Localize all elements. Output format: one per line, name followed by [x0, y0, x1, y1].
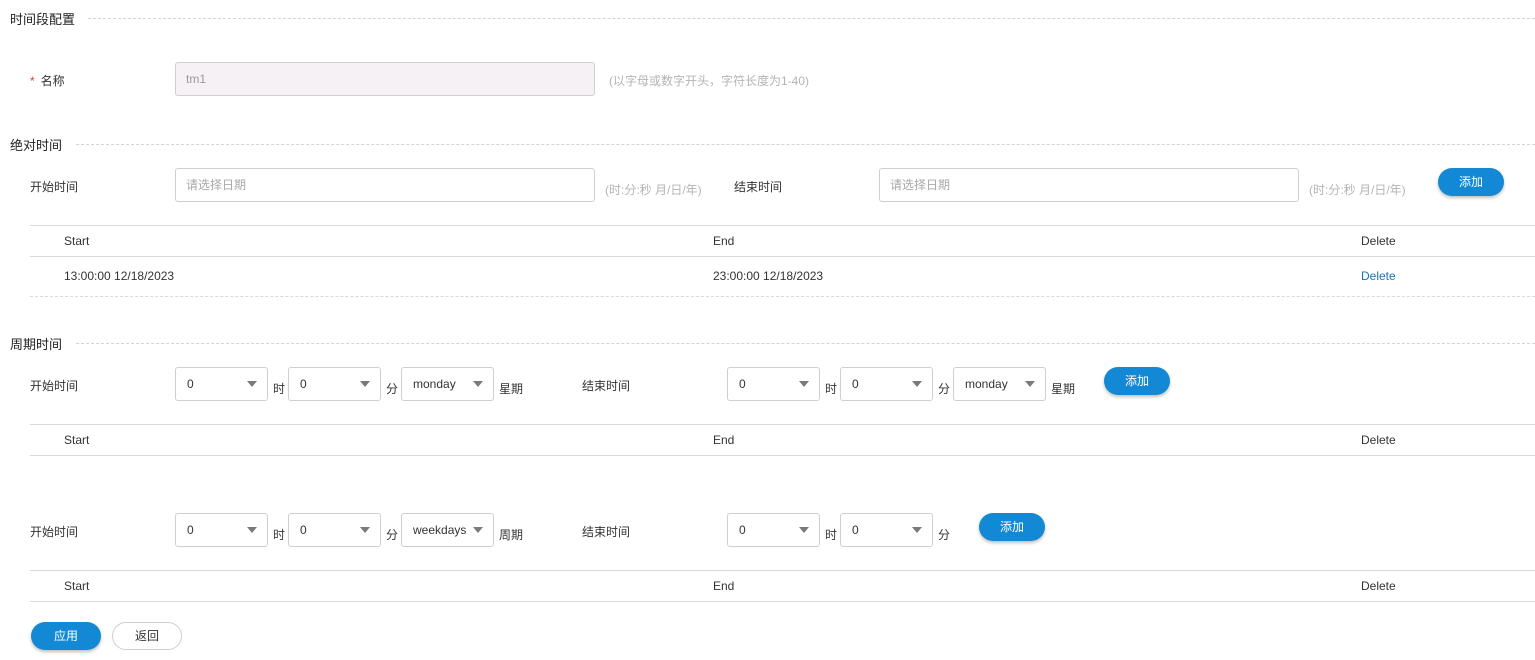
- minute-unit: 分: [938, 528, 951, 542]
- daily-col-start: Start: [64, 579, 90, 593]
- section-divider: [76, 343, 1535, 344]
- daily-start-label: 开始时间: [30, 525, 79, 539]
- abs-start-label: 开始时间: [30, 180, 79, 194]
- required-mark: *: [30, 74, 35, 88]
- daily-type-select[interactable]: weekdays: [401, 513, 494, 547]
- abs-end-hint: (时:分:秒 月/日/年): [1309, 183, 1406, 197]
- chevron-down-icon: [247, 527, 257, 533]
- name-label: * 名称: [30, 74, 65, 88]
- chevron-down-icon: [912, 381, 922, 387]
- abs-end-label: 结束时间: [734, 180, 783, 194]
- hour-unit: 时: [825, 382, 838, 396]
- daily-col-end: End: [713, 579, 735, 593]
- chevron-down-icon: [912, 527, 922, 533]
- hour-unit: 时: [273, 528, 286, 542]
- chevron-down-icon: [1025, 381, 1035, 387]
- chevron-down-icon: [473, 381, 483, 387]
- abs-add-button[interactable]: 添加: [1438, 168, 1504, 196]
- apply-button[interactable]: 应用: [31, 622, 101, 650]
- weekly-col-start: Start: [64, 433, 90, 447]
- name-hint: (以字母或数字开头，字符长度为1-40): [609, 74, 810, 88]
- chevron-down-icon: [360, 381, 370, 387]
- table-border: [30, 601, 1535, 602]
- day-unit: 星期: [499, 382, 524, 396]
- daily-add-button[interactable]: 添加: [979, 513, 1045, 541]
- abs-end-date-input[interactable]: [879, 168, 1299, 202]
- weekly-add-button[interactable]: 添加: [1104, 367, 1170, 395]
- weekly-end-day-select[interactable]: monday: [953, 367, 1046, 401]
- period-unit: 周期: [499, 528, 524, 542]
- section-title-config: 时间段配置: [10, 12, 76, 27]
- hour-unit: 时: [273, 382, 286, 396]
- chevron-down-icon: [799, 527, 809, 533]
- weekly-start-hour-select[interactable]: 0: [175, 367, 268, 401]
- weekly-col-end: End: [713, 433, 735, 447]
- minute-unit: 分: [386, 382, 399, 396]
- weekly-end-hour-select[interactable]: 0: [727, 367, 820, 401]
- daily-start-hour-select[interactable]: 0: [175, 513, 268, 547]
- section-title-absolute: 绝对时间: [10, 138, 63, 153]
- abs-start-date-input[interactable]: [175, 168, 595, 202]
- abs-col-delete: Delete: [1361, 234, 1396, 248]
- table-border: [30, 225, 1535, 226]
- table-border: [30, 570, 1535, 571]
- section-title-periodic: 周期时间: [10, 337, 63, 352]
- chevron-down-icon: [247, 381, 257, 387]
- back-button[interactable]: 返回: [112, 622, 182, 650]
- daily-end-label: 结束时间: [582, 525, 631, 539]
- weekly-end-minute-select[interactable]: 0: [840, 367, 933, 401]
- abs-col-start: Start: [64, 234, 90, 248]
- weekly-start-label: 开始时间: [30, 379, 79, 393]
- table-row-divider: [30, 296, 1535, 297]
- hour-unit: 时: [825, 528, 838, 542]
- daily-end-minute-select[interactable]: 0: [840, 513, 933, 547]
- section-divider: [88, 18, 1535, 19]
- chevron-down-icon: [799, 381, 809, 387]
- minute-unit: 分: [938, 382, 951, 396]
- day-unit: 星期: [1051, 382, 1076, 396]
- daily-start-minute-select[interactable]: 0: [288, 513, 381, 547]
- abs-start-hint: (时:分:秒 月/日/年): [605, 183, 702, 197]
- name-input[interactable]: tm1: [175, 62, 595, 96]
- minute-unit: 分: [386, 528, 399, 542]
- weekly-end-label: 结束时间: [582, 379, 631, 393]
- abs-row-end: 23:00:00 12/18/2023: [713, 269, 824, 283]
- daily-end-hour-select[interactable]: 0: [727, 513, 820, 547]
- chevron-down-icon: [473, 527, 483, 533]
- table-border: [30, 256, 1535, 257]
- table-border: [30, 455, 1535, 456]
- weekly-start-minute-select[interactable]: 0: [288, 367, 381, 401]
- abs-row-start: 13:00:00 12/18/2023: [64, 269, 175, 283]
- weekly-start-day-select[interactable]: monday: [401, 367, 494, 401]
- table-border: [30, 424, 1535, 425]
- chevron-down-icon: [360, 527, 370, 533]
- abs-row-delete-link[interactable]: Delete: [1361, 269, 1396, 283]
- abs-col-end: End: [713, 234, 735, 248]
- daily-col-delete: Delete: [1361, 579, 1396, 593]
- section-divider: [76, 144, 1535, 145]
- weekly-col-delete: Delete: [1361, 433, 1396, 447]
